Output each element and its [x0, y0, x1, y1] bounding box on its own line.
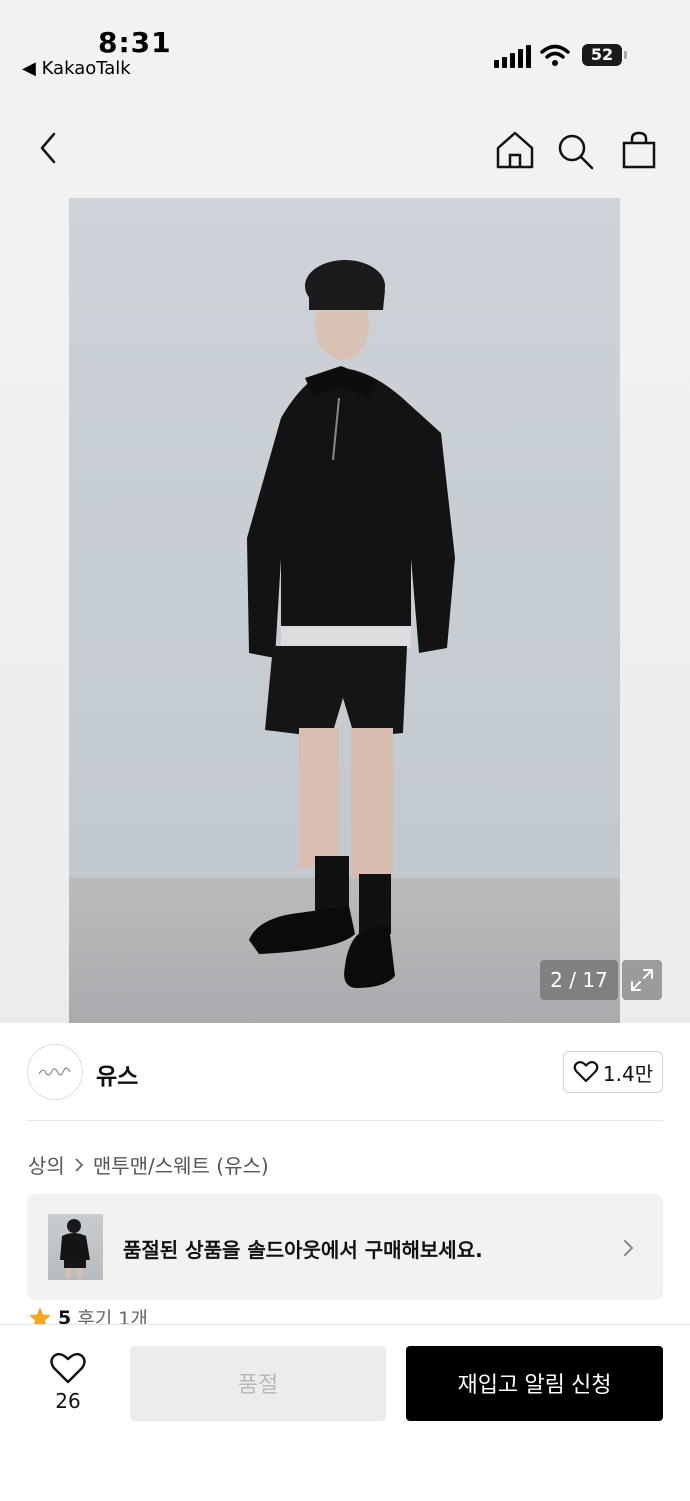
soldout-button: 품절 — [130, 1346, 386, 1421]
brand-like-count: 1.4만 — [602, 1061, 654, 1086]
bottom-action-bar: 26 품절 재입고 알림 신청 — [0, 1324, 690, 1501]
chevron-right-icon — [624, 1240, 634, 1256]
divider — [27, 1120, 663, 1121]
heart-icon — [50, 1352, 86, 1384]
thumbnail-figure — [60, 1219, 90, 1278]
banner-thumbnail — [48, 1214, 103, 1280]
status-bar: 8:31 ◀ KakaoTalk 52 — [0, 0, 690, 90]
brand-logo[interactable] — [27, 1044, 83, 1100]
soldout-banner[interactable]: 품절된 상품을 솔드아웃에서 구매해보세요. — [27, 1194, 663, 1300]
top-nav-bar — [0, 90, 690, 198]
chevron-right-icon — [75, 1157, 84, 1172]
product-image-gallery[interactable]: 2 / 17 — [0, 198, 690, 1023]
brand-name[interactable]: 유스 — [96, 1057, 138, 1091]
status-time: 8:31 — [98, 26, 172, 59]
model-figure — [247, 260, 455, 988]
wifi-icon — [540, 44, 570, 66]
expand-button[interactable] — [622, 960, 662, 1000]
breadcrumb-category[interactable]: 상의 — [28, 1150, 65, 1179]
search-icon[interactable] — [556, 132, 596, 172]
back-to-app-link[interactable]: ◀ KakaoTalk — [22, 58, 131, 79]
breadcrumb: 상의 맨투맨/스웨트 (유스) — [28, 1150, 269, 1179]
heart-icon — [573, 1061, 599, 1083]
restock-alert-button[interactable]: 재입고 알림 신청 — [406, 1346, 663, 1421]
signal-icon — [494, 44, 531, 68]
wishlist-count: 26 — [55, 1389, 81, 1413]
battery-icon: 52 — [582, 44, 622, 66]
image-counter: 2 / 17 — [540, 960, 618, 1000]
home-icon[interactable] — [494, 130, 536, 170]
expand-icon — [631, 969, 653, 991]
brand-like-button[interactable]: 1.4만 — [563, 1051, 663, 1093]
chevron-left-icon[interactable] — [32, 130, 64, 166]
product-photo[interactable] — [69, 198, 620, 1023]
brand-logo-mark — [38, 1067, 71, 1076]
battery-nub — [624, 51, 627, 59]
brand-row[interactable]: 유스 1.4만 — [0, 1023, 690, 1121]
shopping-bag-icon[interactable] — [620, 130, 658, 170]
wishlist-button[interactable] — [48, 1351, 88, 1389]
breadcrumb-subcategory[interactable]: 맨투맨/스웨트 (유스) — [93, 1150, 269, 1179]
soldout-banner-text: 품절된 상품을 솔드아웃에서 구매해보세요. — [123, 1238, 483, 1262]
